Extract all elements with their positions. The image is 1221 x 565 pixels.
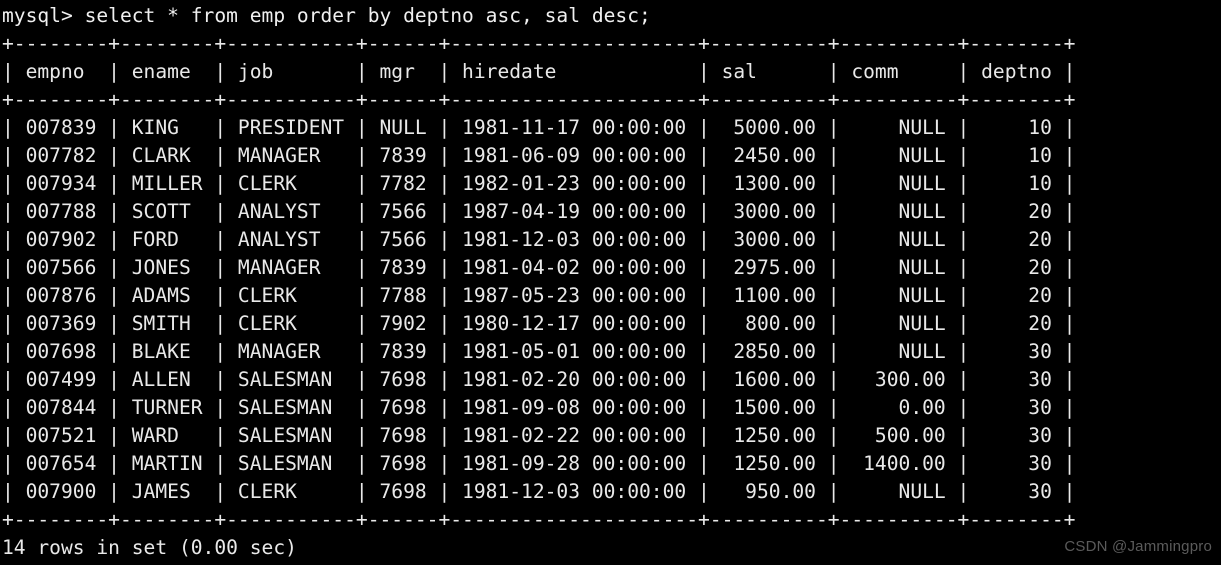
table-row: | 007839 | KING | PRESIDENT | NULL | 198… (2, 116, 1076, 139)
sql-prompt-line: mysql> select * from emp order by deptno… (2, 4, 651, 27)
table-row: | 007521 | WARD | SALESMAN | 7698 | 1981… (2, 424, 1076, 447)
table-row: | 007844 | TURNER | SALESMAN | 7698 | 19… (2, 396, 1076, 419)
table-row: | 007698 | BLAKE | MANAGER | 7839 | 1981… (2, 340, 1076, 363)
table-row: | 007876 | ADAMS | CLERK | 7788 | 1987-0… (2, 284, 1076, 307)
table-row: | 007369 | SMITH | CLERK | 7902 | 1980-1… (2, 312, 1076, 335)
table-row: | 007934 | MILLER | CLERK | 7782 | 1982-… (2, 172, 1076, 195)
table-bottom-border: +--------+--------+-----------+------+--… (2, 508, 1076, 531)
csdn-watermark: CSDN @Jammingpro (1064, 538, 1212, 555)
table-row: | 007499 | ALLEN | SALESMAN | 7698 | 198… (2, 368, 1076, 391)
table-top-border: +--------+--------+-----------+------+--… (2, 32, 1076, 55)
table-row: | 007654 | MARTIN | SALESMAN | 7698 | 19… (2, 452, 1076, 475)
result-status-line: 14 rows in set (0.00 sec) (2, 536, 297, 559)
table-header-row: | empno | ename | job | mgr | hiredate |… (2, 60, 1076, 83)
terminal-window[interactable]: mysql> select * from emp order by deptno… (0, 0, 1221, 565)
table-row: | 007900 | JAMES | CLERK | 7698 | 1981-1… (2, 480, 1076, 503)
table-header-border: +--------+--------+-----------+------+--… (2, 88, 1076, 111)
table-row: | 007566 | JONES | MANAGER | 7839 | 1981… (2, 256, 1076, 279)
table-row: | 007902 | FORD | ANALYST | 7566 | 1981-… (2, 228, 1076, 251)
table-row: | 007782 | CLARK | MANAGER | 7839 | 1981… (2, 144, 1076, 167)
result-rows: | 007839 | KING | PRESIDENT | NULL | 198… (2, 114, 1221, 506)
table-row: | 007788 | SCOTT | ANALYST | 7566 | 1987… (2, 200, 1076, 223)
